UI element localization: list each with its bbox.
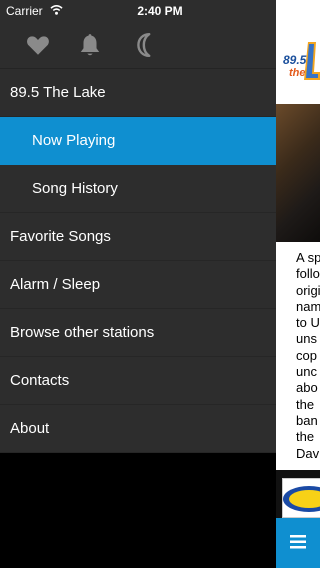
menu-item-now-playing[interactable]: Now Playing bbox=[0, 117, 276, 165]
article-line: to U bbox=[296, 315, 320, 331]
heart-icon[interactable] bbox=[25, 32, 51, 58]
side-drawer: 89.5 The Lake Now Playing Song History F… bbox=[0, 0, 276, 453]
menu-item-favorite-songs[interactable]: Favorite Songs bbox=[0, 213, 276, 261]
article-line: follo bbox=[296, 266, 320, 282]
menu-item-browse-stations[interactable]: Browse other stations bbox=[0, 309, 276, 357]
bell-icon[interactable] bbox=[77, 32, 103, 58]
article-line: unc bbox=[296, 364, 317, 380]
article-line: nam bbox=[296, 298, 320, 314]
menu-item-song-history[interactable]: Song History bbox=[0, 165, 276, 213]
logo-text-bottom: the bbox=[289, 67, 306, 79]
hamburger-icon bbox=[290, 535, 306, 549]
article-line: origi bbox=[296, 282, 320, 298]
logo-text-top: 89.5 bbox=[283, 53, 307, 67]
article-line: ban bbox=[296, 412, 318, 428]
artist-photo bbox=[276, 104, 320, 242]
article-line: the bbox=[296, 396, 315, 412]
article-line: cop bbox=[296, 347, 317, 363]
menu-item-alarm-sleep[interactable]: Alarm / Sleep bbox=[0, 261, 276, 309]
station-logo: 89.5 the bbox=[276, 22, 320, 104]
menu-item-station[interactable]: 89.5 The Lake bbox=[0, 69, 276, 117]
status-bar: Carrier 2:40 PM bbox=[0, 0, 320, 22]
main-content-peek[interactable]: 89.5 the A sp follo origi nam to Uuns cop unc a… bbox=[276, 0, 320, 568]
article-line: abo bbox=[296, 380, 318, 396]
article-text: A sp follo origi nam to Uuns cop unc abo the ban t… bbox=[296, 250, 320, 462]
drawer-menu: 89.5 The Lake Now Playing Song History F… bbox=[0, 69, 276, 453]
article-line: A sp bbox=[296, 250, 320, 265]
article-line: the bbox=[296, 429, 315, 445]
battery-icon bbox=[291, 6, 315, 15]
ad-banner[interactable] bbox=[282, 478, 320, 518]
drawer-empty-area bbox=[0, 452, 276, 568]
menu-item-about[interactable]: About bbox=[0, 405, 276, 453]
status-time: 2:40 PM bbox=[137, 4, 183, 18]
hamburger-menu-button[interactable] bbox=[276, 518, 320, 568]
article-line: uns bbox=[296, 331, 317, 347]
drawer-icon-row bbox=[0, 22, 276, 69]
battery-level bbox=[293, 8, 311, 13]
menu-item-contacts[interactable]: Contacts bbox=[0, 357, 276, 405]
article-line: Dav bbox=[296, 445, 320, 461]
moon-icon[interactable] bbox=[133, 32, 159, 58]
